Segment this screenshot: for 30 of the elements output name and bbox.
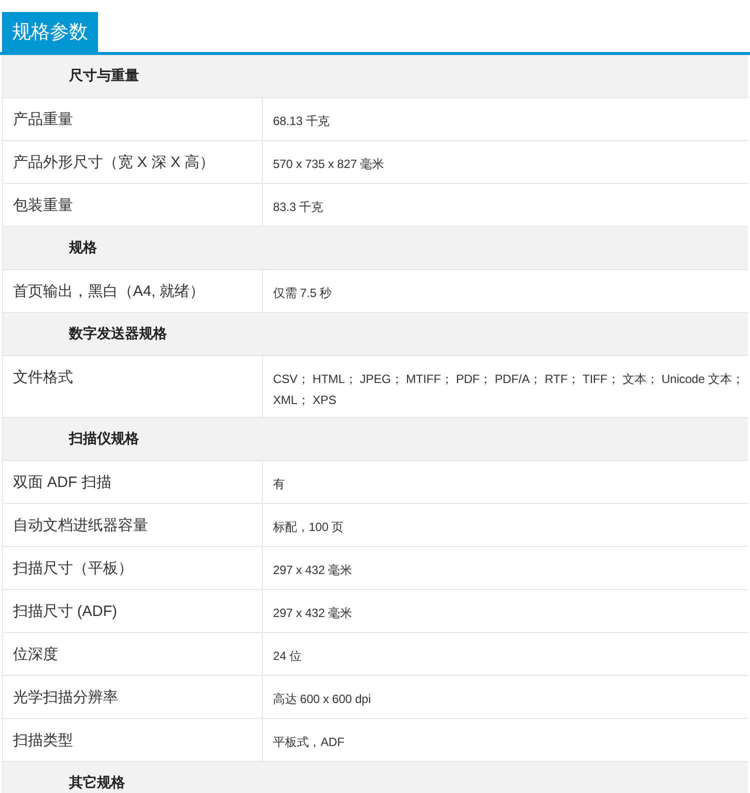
section-title: 尺寸与重量 [69, 67, 139, 85]
spec-value: 83.3 千克 [272, 199, 324, 216]
spec-label: 扫描尺寸 (ADF) [3, 590, 263, 632]
spec-value: 570 x 735 x 827 毫米 [272, 156, 385, 173]
section-tab[interactable]: 规格参数 [2, 12, 98, 52]
spec-value: 平板式，ADF [272, 734, 346, 751]
section-title: 扫描仪规格 [69, 430, 139, 448]
spec-label: 光学扫描分辨率 [3, 676, 263, 718]
spec-value: 297 x 432 毫米 [272, 562, 353, 579]
section-title: 其它规格 [69, 774, 125, 792]
spec-value: 有 [272, 476, 286, 493]
section-title: 数字发送器规格 [69, 325, 167, 343]
spec-label: 自动文档进纸器容量 [3, 504, 263, 546]
spec-value: CSV； HTML； JPEG； MTIFF； PDF； PDF/A； RTF； TIFF； 文本； Unicode 文本； XML； XPS [272, 371, 745, 409]
spec-value: 仅需 7.5 秒 [272, 285, 333, 302]
spec-label: 扫描尺寸（平板） [3, 547, 263, 589]
spec-value: 24 位 [272, 648, 302, 665]
spec-label: 产品外形尺寸（宽 X 深 X 高） [3, 141, 263, 183]
spec-label: 首页输出，黑白（A4, 就绪） [3, 270, 263, 312]
section-title: 规格 [69, 239, 97, 257]
spec-label: 包装重量 [3, 184, 263, 226]
spec-label: 产品重量 [3, 98, 263, 140]
spec-value: 68.13 千克 [272, 113, 331, 130]
spec-value: 高达 600 x 600 dpi [272, 691, 372, 708]
spec-label: 扫描类型 [3, 719, 263, 761]
spec-value: 297 x 432 毫米 [272, 605, 353, 622]
spec-label: 双面 ADF 扫描 [3, 461, 263, 503]
spec-label: 文件格式 [3, 356, 263, 417]
spec-value: 标配，100 页 [272, 519, 345, 536]
spec-label: 位深度 [3, 633, 263, 675]
